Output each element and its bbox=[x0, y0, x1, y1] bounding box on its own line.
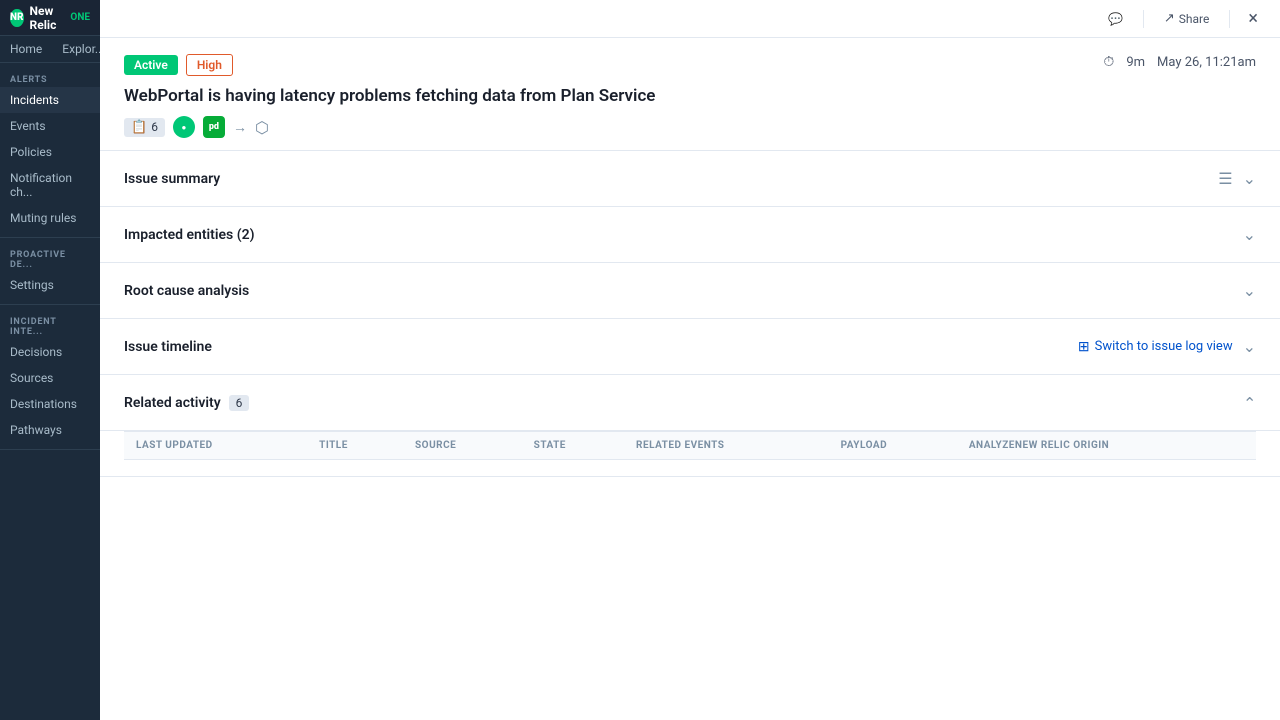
incident-count-badge: 📋 6 bbox=[124, 118, 165, 137]
close-button[interactable]: × bbox=[1242, 6, 1264, 31]
main-content: 💬 ↗ Share × Active High ⏱ 9m May 26, 11:… bbox=[100, 0, 1280, 720]
active-badge: Active bbox=[124, 55, 178, 75]
sidebar-item-muting-rules[interactable]: Muting rules bbox=[0, 205, 100, 231]
topbar-separator2 bbox=[1229, 10, 1230, 28]
issue-timeline-section: Issue timeline ⊞ Switch to issue log vie… bbox=[100, 319, 1280, 375]
sidebar-item-events[interactable]: Events bbox=[0, 113, 100, 139]
col-source: SOURCE bbox=[403, 432, 522, 460]
issue-meta-row: 📋 6 ● pd → ⬡ bbox=[124, 116, 1256, 138]
root-cause-section: Root cause analysis ⌄ bbox=[100, 263, 1280, 319]
col-related-events: RELATED EVENTS bbox=[624, 432, 829, 460]
col-analyzenewrelic-origin: ANALYZENEW RELIC ORIGIN bbox=[957, 432, 1256, 460]
sidebar-item-settings[interactable]: Settings bbox=[0, 272, 100, 298]
comment-icon: 💬 bbox=[1108, 12, 1123, 26]
app-plan: ONE bbox=[70, 12, 90, 23]
app-name: New Relic bbox=[30, 4, 63, 32]
issue-timeline-controls: ⊞ Switch to issue log view ⌄ bbox=[1078, 337, 1256, 356]
sidebar-item-decisions[interactable]: Decisions bbox=[0, 339, 100, 365]
related-activity-title: Related activity bbox=[124, 395, 221, 411]
issue-summary-controls: ☰ ⌄ bbox=[1218, 169, 1256, 188]
logo-icon: NR bbox=[10, 9, 24, 27]
root-cause-header[interactable]: Root cause analysis ⌄ bbox=[100, 263, 1280, 318]
root-cause-title: Root cause analysis bbox=[124, 283, 249, 299]
issue-summary-title: Issue summary bbox=[124, 171, 220, 187]
topbar-separator bbox=[1143, 10, 1144, 28]
related-activity-section: Related activity 6 ⌄ LAST UPDATED TITLE … bbox=[100, 375, 1280, 477]
comment-button[interactable]: 💬 bbox=[1100, 8, 1131, 30]
issue-summary-chevron: ⌄ bbox=[1243, 169, 1256, 188]
issue-header: Active High ⏱ 9m May 26, 11:21am WebPort… bbox=[100, 38, 1280, 151]
impacted-entities-header[interactable]: Impacted entities (2) ⌄ bbox=[100, 207, 1280, 262]
high-badge: High bbox=[186, 54, 233, 76]
col-title: TITLE bbox=[307, 432, 403, 460]
share-button[interactable]: ↗ Share bbox=[1156, 7, 1218, 30]
incident-copy-icon: 📋 bbox=[131, 120, 147, 135]
related-activity-chevron: ⌄ bbox=[1243, 393, 1256, 412]
activity-count-badge: 6 bbox=[229, 395, 250, 411]
share-icon: ↗ bbox=[1164, 11, 1175, 26]
sidebar: NR New Relic ONE Home Explor... ALERTS I… bbox=[0, 0, 100, 720]
col-state: STATE bbox=[522, 432, 624, 460]
sidebar-item-destinations[interactable]: Destinations bbox=[0, 391, 100, 417]
sidebar-item-notification-channels[interactable]: Notification ch... bbox=[0, 165, 100, 205]
sidebar-item-incidents[interactable]: Incidents bbox=[0, 87, 100, 113]
top-nav: Home Explor... bbox=[0, 36, 100, 63]
sidebar-item-home[interactable]: Home bbox=[0, 36, 52, 62]
related-activity-header[interactable]: Related activity 6 ⌄ bbox=[100, 375, 1280, 431]
issue-time-info: ⏱ 9m May 26, 11:21am bbox=[1103, 54, 1256, 70]
issue-duration: 9m bbox=[1126, 55, 1145, 70]
issue-timeline-header[interactable]: Issue timeline ⊞ Switch to issue log vie… bbox=[100, 319, 1280, 374]
nr-logo-text: ● bbox=[182, 123, 187, 132]
col-last-updated: LAST UPDATED bbox=[124, 432, 307, 460]
root-cause-controls: ⌄ bbox=[1243, 281, 1256, 300]
arrow-icon: → bbox=[233, 119, 247, 136]
log-view-icon: ⊞ bbox=[1078, 339, 1090, 355]
issue-timeline-chevron: ⌄ bbox=[1243, 337, 1256, 356]
proactive-section: PROACTIVE DE... Settings bbox=[0, 238, 100, 305]
nr-integration-logo: ● bbox=[173, 116, 195, 138]
workflow-icon: ⬡ bbox=[255, 118, 269, 137]
related-activity-controls: ⌄ bbox=[1243, 393, 1256, 412]
pd-logo-text: pd bbox=[209, 122, 219, 132]
issue-panel-topbar: 💬 ↗ Share × bbox=[100, 0, 1280, 38]
alerts-section: ALERTS Incidents Events Policies Notific… bbox=[0, 63, 100, 238]
clock-icon: ⏱ bbox=[1103, 54, 1114, 70]
col-payload: PAYLOAD bbox=[829, 432, 957, 460]
table-header-row: LAST UPDATED TITLE SOURCE STATE RELATED … bbox=[124, 432, 1256, 460]
proactive-section-label: PROACTIVE DE... bbox=[0, 244, 100, 272]
pd-integration-logo: pd bbox=[203, 116, 225, 138]
issue-title: WebPortal is having latency problems fet… bbox=[124, 86, 1256, 106]
issue-summary-section: Issue summary ☰ ⌄ bbox=[100, 151, 1280, 207]
impacted-entities-title: Impacted entities (2) bbox=[124, 227, 255, 243]
switch-to-log-button[interactable]: ⊞ Switch to issue log view bbox=[1078, 339, 1233, 355]
related-activity-table-container: LAST UPDATED TITLE SOURCE STATE RELATED … bbox=[100, 431, 1280, 476]
issue-summary-header[interactable]: Issue summary ☰ ⌄ bbox=[100, 151, 1280, 206]
sidebar-item-policies[interactable]: Policies bbox=[0, 139, 100, 165]
related-activity-table: LAST UPDATED TITLE SOURCE STATE RELATED … bbox=[124, 431, 1256, 460]
badge-row: Active High bbox=[124, 54, 1256, 76]
impacted-entities-section: Impacted entities (2) ⌄ bbox=[100, 207, 1280, 263]
sidebar-item-pathways[interactable]: Pathways bbox=[0, 417, 100, 443]
impacted-entities-chevron: ⌄ bbox=[1243, 225, 1256, 244]
format-icon: ☰ bbox=[1218, 169, 1232, 188]
sidebar-item-explorer[interactable]: Explor... bbox=[52, 36, 100, 62]
impacted-entities-controls: ⌄ bbox=[1243, 225, 1256, 244]
sidebar-item-sources[interactable]: Sources bbox=[0, 365, 100, 391]
issue-panel: Active High ⏱ 9m May 26, 11:21am WebPort… bbox=[100, 38, 1280, 720]
related-activity-header-left: Related activity 6 bbox=[124, 395, 249, 411]
incident-intel-label: INCIDENT INTE... bbox=[0, 311, 100, 339]
issue-datetime: May 26, 11:21am bbox=[1157, 55, 1256, 70]
app-logo: NR New Relic ONE bbox=[0, 0, 100, 36]
alerts-section-label: ALERTS bbox=[0, 69, 100, 87]
root-cause-chevron: ⌄ bbox=[1243, 281, 1256, 300]
incident-intel-section: INCIDENT INTE... Decisions Sources Desti… bbox=[0, 305, 100, 450]
issue-timeline-title: Issue timeline bbox=[124, 339, 212, 355]
